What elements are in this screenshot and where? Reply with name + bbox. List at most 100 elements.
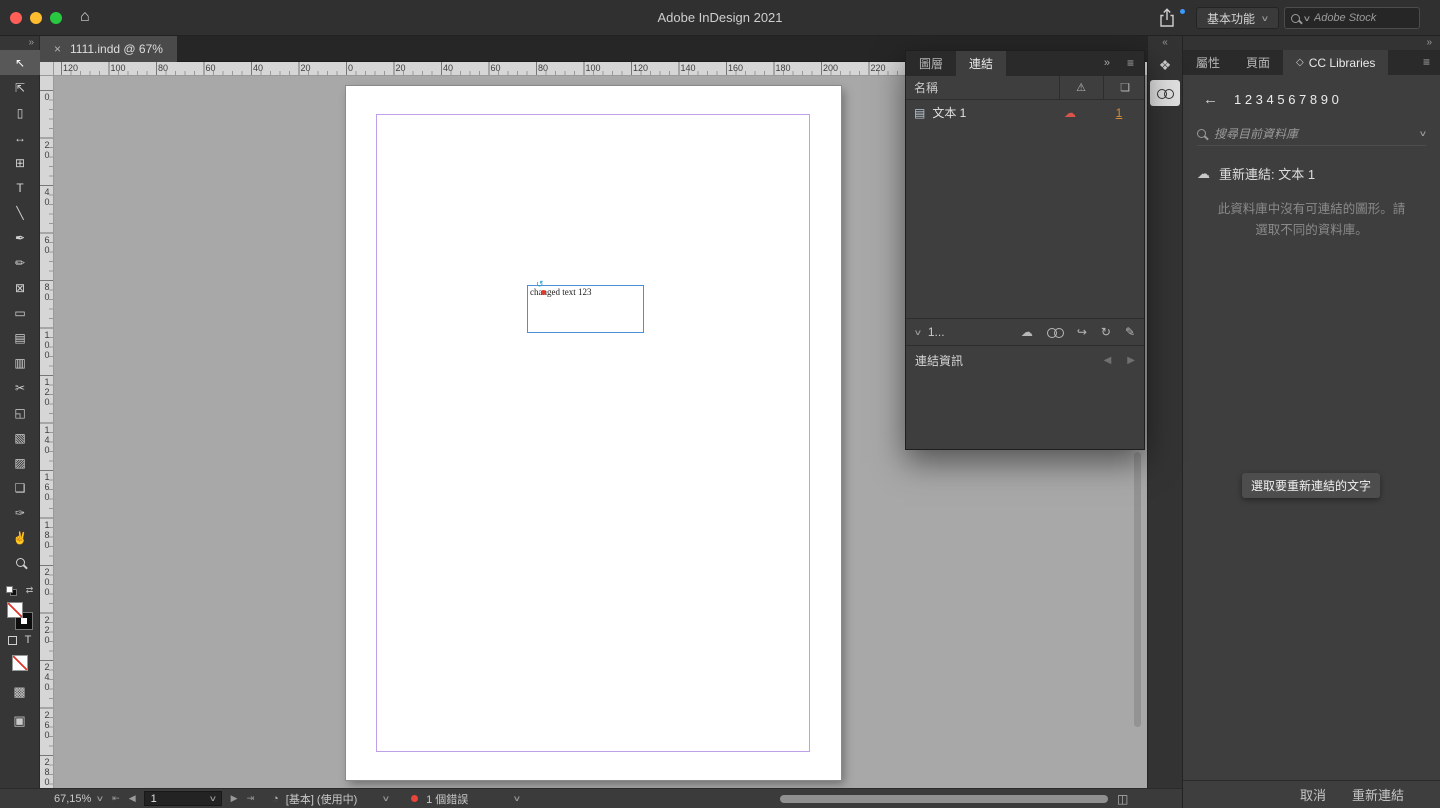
next-page-button[interactable]: ▶ [231, 793, 238, 804]
screen-mode-icon[interactable]: ▣ [13, 713, 25, 729]
collapse-dock-icon[interactable]: » [1426, 37, 1432, 48]
warning-column-icon[interactable]: ⚠ [1076, 81, 1086, 94]
rectangle-frame-tool[interactable]: ⊠ [0, 275, 40, 300]
rectangle-tool[interactable]: ▭ [0, 300, 40, 325]
links-panel-tab-label: 圖層 [919, 57, 944, 71]
v-ruler-number: 240 [42, 662, 52, 692]
share-icon[interactable] [1158, 7, 1176, 29]
note-tool[interactable]: ❑ [0, 475, 40, 500]
panel-menu-icon[interactable]: ≡ [1423, 55, 1430, 69]
scissors-tool[interactable]: ✂ [0, 375, 40, 400]
right-panel-tab-cc-libraries[interactable]: ◇ CC Libraries [1283, 50, 1389, 75]
library-search-input[interactable] [1214, 126, 1413, 141]
document-tab[interactable]: × 1111.indd @ 67% [40, 36, 177, 62]
eyedropper-tool[interactable]: ✑ [0, 500, 40, 525]
close-tab-icon[interactable]: × [54, 42, 61, 56]
preflight-error-control[interactable]: 1 個錯誤 ∨ [426, 791, 522, 807]
note-tool-icon: ❑ [14, 480, 26, 495]
free-transform-tool[interactable]: ◱ [0, 400, 40, 425]
view-options-icon[interactable]: ▩ [13, 684, 25, 700]
free-transform-tool-icon: ◱ [14, 405, 26, 420]
rectangle-tool-icon: ▭ [14, 305, 26, 320]
page-number-input[interactable] [144, 792, 189, 805]
vertical-grid-tool[interactable]: ▥ [0, 350, 40, 375]
links-panel-tab-layers[interactable]: 圖層 [906, 51, 956, 76]
line-tool[interactable]: ╲ [0, 200, 40, 225]
previous-page-button[interactable]: ◀ [129, 793, 136, 804]
links-list: ▤ 文本 1 ☁ 1 [906, 100, 1144, 319]
cc-libraries-icon: ◇ [1296, 57, 1304, 68]
zoom-tool[interactable] [0, 550, 40, 575]
horizontal-scrollbar[interactable] [780, 795, 1108, 803]
vertical-ruler[interactable]: 0 20 40 60 80 100 120 140 160 180 200 220 240 260 280 [40, 76, 54, 788]
adobe-stock-search[interactable]: ∨ [1284, 7, 1420, 29]
collapse-panel-icon[interactable]: » [1104, 57, 1110, 69]
pen-tool[interactable]: ✒ [0, 225, 40, 250]
swap-fill-stroke-icon[interactable]: ⇄ [26, 585, 34, 596]
fill-color-swatch[interactable] [6, 602, 23, 618]
v-ruler-number: 60 [42, 234, 52, 255]
search-icon [1291, 13, 1300, 23]
pencil-tool[interactable]: ✏ [0, 250, 40, 275]
library-empty-message-line2: 選取不同的資料庫。 [1255, 223, 1368, 237]
right-panel-tab-properties[interactable]: 屬性 [1183, 50, 1233, 75]
hand-tool[interactable]: ✌ [0, 525, 40, 550]
link-page-number[interactable]: 1 [1102, 106, 1136, 120]
default-fill-stroke-icon[interactable] [5, 585, 18, 596]
chevron-down-icon: ∨ [1260, 13, 1270, 23]
text-frame[interactable]: changed text 123 ↺ [527, 279, 644, 333]
tools-panel-expand-icon[interactable]: » [0, 36, 39, 50]
link-row[interactable]: ▤ 文本 1 ☁ 1 [906, 100, 1144, 125]
first-page-button[interactable]: ⇤ [112, 793, 120, 804]
gradient-swatch-tool[interactable]: ▧ [0, 425, 40, 450]
type-tool[interactable]: T [0, 175, 40, 200]
content-collector-tool[interactable]: ⊞ [0, 150, 40, 175]
gap-tool[interactable]: ↔ [0, 125, 40, 150]
selection-tool[interactable]: ↖ [0, 50, 40, 75]
page-column-icon[interactable]: ❏ [1120, 81, 1130, 94]
split-view-icon[interactable]: ◫ [1117, 792, 1128, 806]
relink-icon[interactable] [1046, 327, 1064, 338]
cancel-button[interactable]: 取消 [1300, 785, 1326, 804]
links-panel-tab-links[interactable]: 連結 [956, 51, 1007, 76]
zoom-level-control[interactable]: 67,15% ∨ [54, 792, 105, 805]
v-ruler-number: 260 [42, 709, 52, 740]
workspace-switcher[interactable]: 基本功能 ∨ [1196, 7, 1279, 29]
panel-menu-icon[interactable]: ≡ [1127, 56, 1134, 70]
apply-none-swatch[interactable] [11, 655, 28, 671]
relink-from-cc-icon[interactable]: ☁ [1021, 325, 1033, 339]
back-arrow-icon[interactable]: ← [1203, 91, 1218, 108]
h-ruler-number: 120 [63, 63, 79, 73]
goto-link-icon[interactable]: ↪ [1077, 325, 1087, 339]
stock-search-input[interactable] [1313, 12, 1398, 24]
horizontal-grid-tool-icon: ▤ [14, 330, 26, 345]
link-info-header[interactable]: 連結資訊 ◀ ▶ [906, 345, 1144, 375]
links-panel-icon[interactable] [1150, 80, 1180, 106]
gradient-feather-tool[interactable]: ▨ [0, 450, 40, 475]
preflight-profile-control[interactable]: [基本] (使用中) ∨ [286, 791, 391, 807]
last-page-button[interactable]: ⇥ [247, 793, 255, 804]
document-page[interactable]: changed text 123 ↺ [346, 86, 841, 780]
relink-button[interactable]: 重新連結 [1352, 785, 1404, 804]
library-search[interactable]: ∨ [1197, 122, 1427, 146]
page-number-field[interactable]: ∨ [143, 791, 222, 806]
edit-original-icon[interactable]: ✎ [1125, 325, 1135, 339]
next-link-icon[interactable]: ▶ [1127, 355, 1135, 366]
h-ruler-number: 220 [870, 63, 886, 73]
right-dock: » 屬性 頁面 ◇ CC Libraries ≡ ← 1 2 3 4 5 6 7 8 … [1182, 36, 1440, 808]
formatting-affects-text-icon[interactable]: T [25, 634, 32, 646]
formatting-affects-container-icon[interactable] [7, 635, 17, 645]
layers-panel-icon[interactable]: ❖ [1150, 52, 1180, 78]
right-panel-tab-pages[interactable]: 頁面 [1233, 50, 1283, 75]
prev-link-icon[interactable]: ◀ [1104, 355, 1112, 366]
direct-selection-tool[interactable]: ⇱ [0, 75, 40, 100]
zoom-level-value: 67,15% [54, 792, 92, 805]
horizontal-grid-tool[interactable]: ▤ [0, 325, 40, 350]
expand-row-chevron-icon[interactable]: ∨ [914, 328, 923, 337]
vertical-scrollbar[interactable] [1134, 452, 1141, 727]
ruler-origin-corner[interactable] [40, 62, 54, 76]
h-ruler-number: 80 [538, 63, 549, 73]
update-link-icon[interactable]: ↻ [1101, 325, 1111, 339]
page-tool[interactable]: ▯ [0, 100, 40, 125]
expand-dock-icon[interactable]: « [1148, 36, 1182, 50]
